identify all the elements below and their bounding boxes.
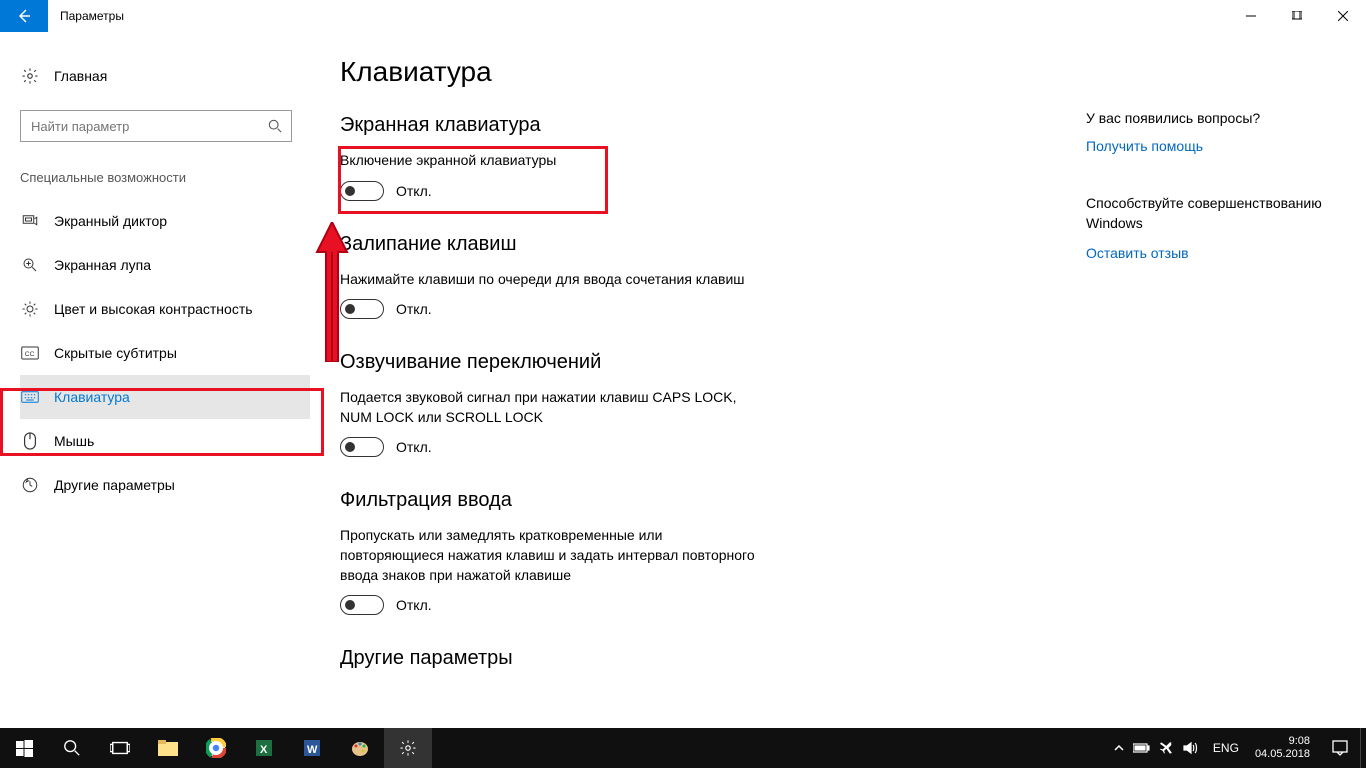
toggle-keys-desc: Подается звуковой сигнал при нажатии кла… <box>340 388 760 427</box>
sidebar-item-label: Цвет и высокая контрастность <box>54 301 253 317</box>
sidebar-item-label: Клавиатура <box>54 389 130 405</box>
volume-icon[interactable] <box>1183 741 1199 755</box>
sidebar-item-label: Другие параметры <box>54 477 175 493</box>
right-column: У вас появились вопросы? Получить помощь… <box>1086 32 1366 728</box>
sidebar-item-label: Мышь <box>54 433 94 449</box>
sidebar-item-keyboard[interactable]: Клавиатура <box>20 375 310 419</box>
search-box[interactable] <box>20 110 292 142</box>
sidebar-item-high-contrast[interactable]: Цвет и высокая контрастность <box>20 287 310 331</box>
clock-time: 9:08 <box>1255 735 1310 748</box>
window-title: Параметры <box>60 9 124 23</box>
language-indicator[interactable]: ENG <box>1207 741 1245 755</box>
cc-icon: CC <box>20 346 40 360</box>
page-title: Клавиатура <box>340 56 1056 88</box>
task-view-icon <box>110 740 130 756</box>
windows-icon <box>16 740 33 757</box>
sidebar-item-other[interactable]: Другие параметры <box>20 463 310 507</box>
section-onscreen-keyboard-title: Экранная клавиатура <box>340 114 1056 137</box>
section-other-params-title: Другие параметры <box>340 647 1056 670</box>
notification-icon <box>1332 740 1348 756</box>
sidebar-item-closed-captions[interactable]: CC Скрытые субтитры <box>20 331 310 375</box>
keyboard-icon <box>20 390 40 404</box>
battery-icon[interactable] <box>1133 742 1151 754</box>
close-icon <box>1338 11 1348 21</box>
taskbar-app-word[interactable]: W <box>288 728 336 768</box>
sidebar: Главная Специальные возможности Экранный… <box>0 32 310 728</box>
filter-keys-desc: Пропускать или замедлять кратковременные… <box>340 526 760 585</box>
search-input[interactable] <box>21 119 259 134</box>
filter-keys-toggle[interactable] <box>340 595 384 615</box>
task-view-button[interactable] <box>96 728 144 768</box>
tray-chevron-icon[interactable] <box>1113 742 1125 754</box>
sidebar-item-label: Скрытые субтитры <box>54 345 177 361</box>
taskbar-app-explorer[interactable] <box>144 728 192 768</box>
onscreen-keyboard-state: Откл. <box>396 183 432 199</box>
gear-icon <box>20 67 40 85</box>
system-tray: ENG 9:08 04.05.2018 <box>1105 728 1366 768</box>
airplane-icon[interactable] <box>1159 740 1175 756</box>
close-button[interactable] <box>1320 0 1366 32</box>
sticky-keys-toggle[interactable] <box>340 299 384 319</box>
chrome-icon <box>206 738 226 758</box>
sticky-keys-state: Откл. <box>396 301 432 317</box>
paint-icon <box>350 738 370 758</box>
action-center-button[interactable] <box>1320 728 1360 768</box>
window-controls <box>1228 0 1366 32</box>
taskbar: X W ENG 9:08 04.05.2018 <box>0 728 1366 768</box>
other-options-icon <box>20 476 40 494</box>
taskbar-app-settings[interactable] <box>384 728 432 768</box>
narrator-icon <box>20 212 40 230</box>
toggle-keys-state: Откл. <box>396 439 432 455</box>
file-explorer-icon <box>158 740 178 756</box>
svg-text:CC: CC <box>25 351 35 358</box>
category-title: Специальные возможности <box>20 170 310 185</box>
start-button[interactable] <box>0 728 48 768</box>
improve-message: Способствуйте совершенствованию Windows <box>1086 194 1336 233</box>
main-content: Клавиатура Экранная клавиатура Включение… <box>310 32 1086 728</box>
feedback-link[interactable]: Оставить отзыв <box>1086 245 1336 261</box>
back-button[interactable] <box>0 0 48 32</box>
filter-keys-state: Откл. <box>396 597 432 613</box>
onscreen-keyboard-toggle[interactable] <box>340 181 384 201</box>
arrow-left-icon <box>16 8 32 24</box>
sticky-keys-desc: Нажимайте клавиши по очереди для ввода с… <box>340 270 760 290</box>
clock-date: 04.05.2018 <box>1255 748 1310 761</box>
search-icon <box>259 119 291 133</box>
home-button[interactable]: Главная <box>20 56 310 96</box>
titlebar: Параметры <box>0 0 1366 32</box>
minimize-icon <box>1246 11 1256 21</box>
search-icon <box>63 739 81 757</box>
taskbar-app-paint[interactable] <box>336 728 384 768</box>
toggle-keys-toggle[interactable] <box>340 437 384 457</box>
minimize-button[interactable] <box>1228 0 1274 32</box>
show-desktop-button[interactable] <box>1360 728 1366 768</box>
onscreen-keyboard-desc: Включение экранной клавиатуры <box>340 151 760 171</box>
home-label: Главная <box>54 68 107 84</box>
svg-text:X: X <box>260 744 268 756</box>
section-toggle-keys-title: Озвучивание переключений <box>340 351 1056 374</box>
mouse-icon <box>20 432 40 450</box>
sidebar-item-label: Экранная лупа <box>54 257 151 273</box>
search-button[interactable] <box>48 728 96 768</box>
sidebar-item-mouse[interactable]: Мышь <box>20 419 310 463</box>
section-filter-keys-title: Фильтрация ввода <box>340 489 1056 512</box>
sidebar-item-label: Экранный диктор <box>54 213 167 229</box>
taskbar-app-chrome[interactable] <box>192 728 240 768</box>
help-question: У вас появились вопросы? <box>1086 110 1336 126</box>
magnifier-icon <box>20 256 40 274</box>
clock[interactable]: 9:08 04.05.2018 <box>1245 735 1320 761</box>
sidebar-item-magnifier[interactable]: Экранная лупа <box>20 243 310 287</box>
taskbar-app-excel[interactable]: X <box>240 728 288 768</box>
svg-text:W: W <box>307 744 318 756</box>
excel-icon: X <box>254 738 274 758</box>
sidebar-item-narrator[interactable]: Экранный диктор <box>20 199 310 243</box>
maximize-button[interactable] <box>1274 0 1320 32</box>
get-help-link[interactable]: Получить помощь <box>1086 138 1336 154</box>
word-icon: W <box>302 738 322 758</box>
gear-icon <box>399 739 417 757</box>
brightness-icon <box>20 300 40 318</box>
section-sticky-keys-title: Залипание клавиш <box>340 233 1056 256</box>
maximize-icon <box>1292 11 1302 21</box>
